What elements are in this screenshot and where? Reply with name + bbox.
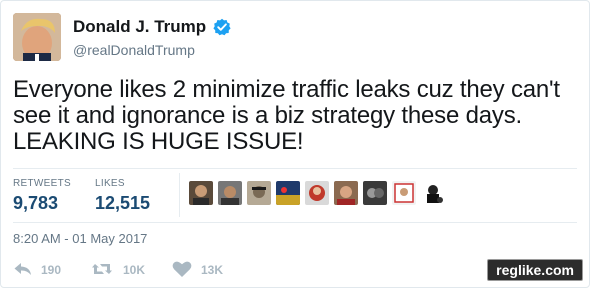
liker-avatar[interactable] <box>247 181 271 205</box>
verified-badge-icon <box>213 18 231 36</box>
liker-avatar[interactable] <box>305 181 329 205</box>
liker-avatar[interactable] <box>421 181 445 205</box>
avatar[interactable] <box>13 13 61 61</box>
tweet-card: Donald J. Trump @realDonaldTrump Everyon… <box>0 0 590 288</box>
tweet-text: Everyone likes 2 minimize traffic leaks … <box>13 76 560 155</box>
retweets-count[interactable]: 9,783 <box>13 193 58 213</box>
liker-avatar[interactable] <box>189 181 213 205</box>
likes-count[interactable]: 12,515 <box>95 193 150 213</box>
liker-avatar[interactable] <box>218 181 242 205</box>
likes-label: LIKES <box>95 178 125 189</box>
watermark: reglike.com <box>487 259 583 281</box>
retweet-count: 10K <box>123 263 146 277</box>
stats-separator <box>179 173 180 217</box>
like-count: 13K <box>201 263 224 277</box>
display-name[interactable]: Donald J. Trump <box>73 17 206 37</box>
divider <box>13 168 577 169</box>
reply-icon <box>13 260 33 278</box>
liker-avatar[interactable] <box>392 181 416 205</box>
user-handle[interactable]: @realDonaldTrump <box>73 41 195 59</box>
reply-button[interactable]: 190 <box>13 260 73 280</box>
retweet-icon <box>91 260 113 278</box>
liker-avatar[interactable] <box>276 181 300 205</box>
heart-icon <box>172 260 192 278</box>
reply-count: 190 <box>41 263 62 277</box>
like-button[interactable]: 13K <box>172 260 232 280</box>
liker-avatar[interactable] <box>363 181 387 205</box>
divider <box>13 222 577 223</box>
retweet-button[interactable]: 10K <box>91 260 155 280</box>
liker-avatar[interactable] <box>334 181 358 205</box>
timestamp[interactable]: 8:20 AM - 01 May 2017 <box>13 231 147 247</box>
retweets-label: RETWEETS <box>13 178 71 189</box>
